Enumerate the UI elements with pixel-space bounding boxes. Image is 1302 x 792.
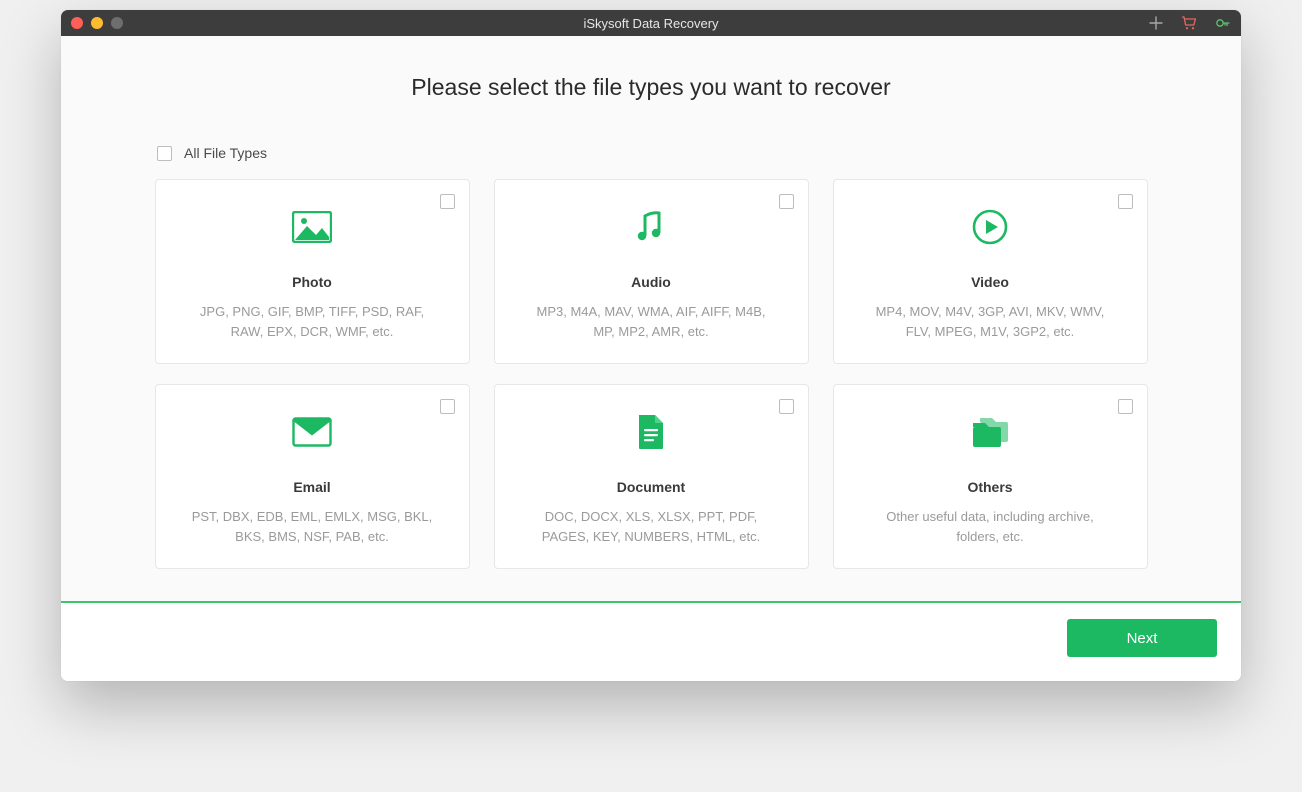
card-document-title: Document (617, 479, 685, 495)
video-icon (971, 204, 1009, 250)
card-video[interactable]: Video MP4, MOV, M4V, 3GP, AVI, MKV, WMV,… (833, 179, 1148, 364)
cart-icon[interactable] (1181, 16, 1197, 30)
document-icon (635, 409, 667, 455)
email-icon (292, 409, 332, 455)
audio-icon (633, 204, 669, 250)
card-photo-title: Photo (292, 274, 332, 290)
card-video-title: Video (971, 274, 1009, 290)
card-audio-desc: MP3, M4A, MAV, WMA, AIF, AIFF, M4B, MP, … (521, 302, 782, 342)
next-button[interactable]: Next (1067, 619, 1217, 657)
card-audio-checkbox[interactable] (779, 194, 794, 209)
card-document-desc: DOC, DOCX, XLS, XLSX, PPT, PDF, PAGES, K… (521, 507, 782, 547)
others-icon (970, 409, 1010, 455)
photo-icon (292, 204, 332, 250)
window-controls (71, 17, 123, 29)
file-type-grid: Photo JPG, PNG, GIF, BMP, TIFF, PSD, RAF… (61, 179, 1241, 601)
titlebar-tools (1149, 16, 1231, 30)
card-document-checkbox[interactable] (779, 399, 794, 414)
card-photo[interactable]: Photo JPG, PNG, GIF, BMP, TIFF, PSD, RAF… (155, 179, 470, 364)
window-title: iSkysoft Data Recovery (61, 16, 1241, 31)
card-video-checkbox[interactable] (1118, 194, 1133, 209)
page-title: Please select the file types you want to… (61, 36, 1241, 145)
key-icon[interactable] (1215, 16, 1231, 30)
card-others-title: Others (967, 479, 1012, 495)
app-window: iSkysoft Data Recovery Please select the… (61, 10, 1241, 681)
card-email-title: Email (293, 479, 330, 495)
card-audio-title: Audio (631, 274, 671, 290)
card-others-checkbox[interactable] (1118, 399, 1133, 414)
card-others[interactable]: Others Other useful data, including arch… (833, 384, 1148, 569)
minimize-window-button[interactable] (91, 17, 103, 29)
maximize-window-button[interactable] (111, 17, 123, 29)
card-video-desc: MP4, MOV, M4V, 3GP, AVI, MKV, WMV, FLV, … (860, 302, 1121, 342)
card-email-desc: PST, DBX, EDB, EML, EMLX, MSG, BKL, BKS,… (182, 507, 443, 547)
all-file-types-row[interactable]: All File Types (61, 145, 1241, 179)
card-photo-desc: JPG, PNG, GIF, BMP, TIFF, PSD, RAF, RAW,… (182, 302, 443, 342)
main-content: Please select the file types you want to… (61, 36, 1241, 681)
close-window-button[interactable] (71, 17, 83, 29)
footer-divider (61, 601, 1241, 603)
card-others-desc: Other useful data, including archive, fo… (860, 507, 1121, 547)
card-email[interactable]: Email PST, DBX, EDB, EML, EMLX, MSG, BKL… (155, 384, 470, 569)
card-photo-checkbox[interactable] (440, 194, 455, 209)
all-file-types-checkbox[interactable] (157, 146, 172, 161)
all-file-types-label: All File Types (184, 145, 267, 161)
card-document[interactable]: Document DOC, DOCX, XLS, XLSX, PPT, PDF,… (494, 384, 809, 569)
card-email-checkbox[interactable] (440, 399, 455, 414)
plus-icon[interactable] (1149, 16, 1163, 30)
titlebar: iSkysoft Data Recovery (61, 10, 1241, 36)
card-audio[interactable]: Audio MP3, M4A, MAV, WMA, AIF, AIFF, M4B… (494, 179, 809, 364)
footer: Next (61, 603, 1241, 681)
